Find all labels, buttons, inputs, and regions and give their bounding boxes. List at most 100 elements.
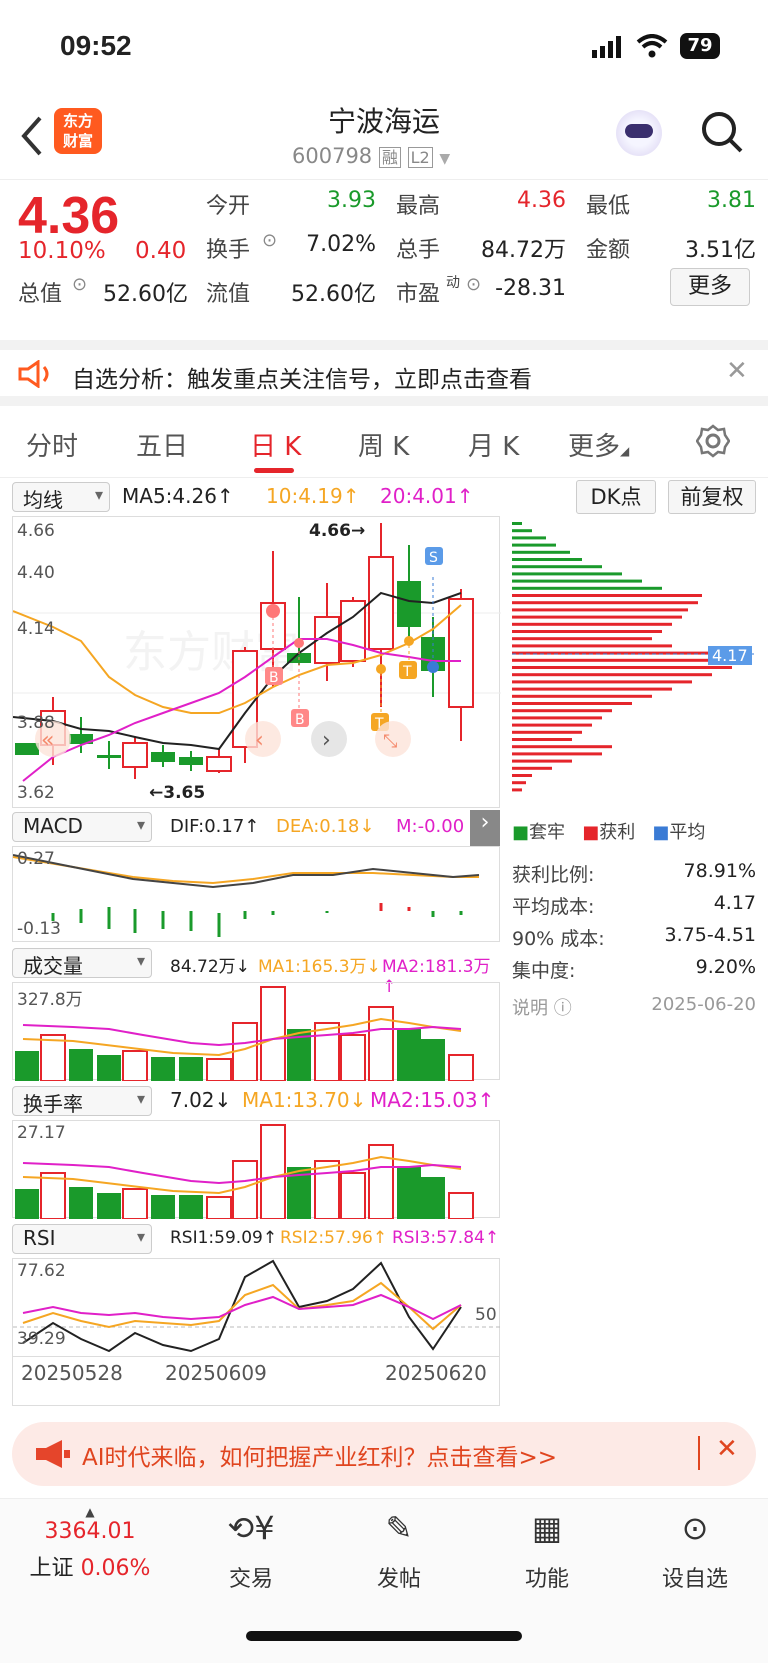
float-label: 流值 [206,282,251,307]
cost90-value: 3.75-4.51 [664,924,756,946]
svg-text:B: B [295,712,305,728]
turnover-selector[interactable]: 换手率 [12,1086,152,1116]
y-label: 27.17 [17,1123,66,1143]
note-link[interactable]: 说明 ⓘ [512,994,572,1020]
low-value: 3.81 [707,188,756,213]
volume-bar: 成交量 84.72万↓ MA1:165.3万↓ MA2:181.3万↑ [0,946,500,997]
more-button[interactable]: 更多 [670,268,750,306]
close-icon[interactable]: ✕ [716,1434,738,1464]
turn-ma1: MA1:13.70↓ [242,1088,367,1112]
chip-bar [512,543,556,547]
high-value: 4.36 [517,188,566,213]
robot-assistant-icon[interactable] [616,110,662,156]
y-label: -0.13 [17,919,61,939]
megaphone-icon [36,1440,70,1468]
chip-bar [512,594,702,597]
chip-bar [512,709,612,713]
dk-point-button[interactable]: DK点 [576,480,656,514]
tab-intraday[interactable]: 分时 [26,426,78,463]
ma20-value: 20:4.01↑ [380,484,474,508]
y-label: 4.40 [17,563,55,583]
mktcap-label: 总值 [18,282,63,307]
ma-selector[interactable]: 均线 [12,482,110,512]
kline-chart[interactable]: 东方财富 B B T T S « ‹ › ⤡ 4.66 4.40 4.14 3.… [12,516,501,808]
chip-bar [512,774,532,777]
turnover-bar: 换手率 7.02↓ MA1:13.70↓ MA2:15.03↑ [0,1084,500,1120]
change-pct: 10.10% [18,238,106,264]
adjust-button[interactable]: 前复权 [668,480,756,514]
expand-arrow-icon[interactable]: › [470,810,500,846]
up-triangle-icon: ▲ [85,1505,95,1519]
logo-text-2: 财富 [62,132,93,150]
tab-more[interactable]: 更多◢ [568,426,629,463]
chip-bar [512,766,552,770]
chip-legend: ■套牢 ■获利 ■平均 [512,822,706,843]
analysis-banner[interactable]: 自选分析：触发重点关注信号，立即点击查看 ✕ [0,340,768,406]
settings-icon[interactable] [696,424,730,458]
chip-bar [512,666,732,669]
rsi-bar: RSI RSI1:59.09↑ RSI2:57.96↑ RSI3:57.84↑ [0,1222,500,1258]
volume-label: 总手 [396,238,441,263]
tab-daily-k[interactable]: 日 K [250,426,301,463]
back-icon[interactable] [20,116,44,156]
pe-value: -28.31 [495,276,566,301]
margin-badge: 融 [378,147,401,168]
pe-label: 市盈 [396,282,441,307]
turnover-value: 7.02% [306,232,376,257]
svg-text:T: T [402,664,412,680]
right-arrow-icon[interactable]: › [322,728,331,753]
ai-banner[interactable]: AI时代来临，如何把握产业红利？点击查看>> ✕ [12,1422,756,1486]
info-icon[interactable]: ⊙ [72,274,87,295]
volume-bars [15,986,474,1082]
nav-watchlist[interactable]: ⊙ 设自选 [640,1509,750,1593]
chip-bar [512,615,682,619]
tab-five-day[interactable]: 五日 [136,426,188,463]
left-arrow-icon[interactable]: ‹ [255,728,264,753]
chip-bar [512,579,642,583]
chip-bar [512,522,522,525]
chip-bar [512,673,712,677]
nav-post[interactable]: ✎ 发帖 [344,1509,454,1593]
concentration-value: 9.20% [695,956,756,978]
chip-bar [512,716,602,720]
chip-bar [512,694,652,698]
expand-icon[interactable]: ⤡ [383,731,397,752]
y-label: 4.14 [17,619,55,639]
macd-svg [12,854,480,937]
profit-ratio-value: 78.91% [683,860,756,882]
chip-bar [512,622,672,626]
chip-bar [512,565,602,569]
note-text: 说明 [512,998,548,1019]
open-label: 今开 [206,194,251,219]
macd-selector[interactable]: MACD [12,812,152,842]
edit-icon: ✎ [385,1509,413,1547]
nav-trade[interactable]: ⟲¥ 交易 [196,1509,306,1593]
rsi2-value: RSI2:57.96↑ [280,1228,388,1248]
float-value: 52.60亿 [291,282,376,307]
wifi-icon [636,34,668,58]
stock-code-row[interactable]: 600798 融 L2 ▼ [292,144,450,168]
concentration-label: 集中度: [512,960,576,982]
rsi-selector[interactable]: RSI [12,1224,152,1254]
chip-bar [512,687,672,691]
volume-selector[interactable]: 成交量 [12,948,152,978]
tab-weekly-k[interactable]: 周 K [358,426,409,463]
search-icon[interactable] [700,110,744,154]
avg-cost-value: 4.17 [713,892,756,914]
nav-function[interactable]: ▦ 功能 [492,1509,602,1593]
chevron-down-icon: ▼ [439,151,451,167]
bottom-nav: ▲ 3364.01 上证 0.06% ⟲¥ 交易 ✎ 发帖 ▦ 功能 ⊙ 设自选 [0,1498,768,1663]
pe-sup: 动 [446,275,460,291]
close-icon[interactable]: ✕ [726,356,748,386]
banner-text: 自选分析：触发重点关注信号，立即点击查看 [72,367,532,393]
chip-bar [512,738,572,741]
chip-bar [512,536,546,540]
info-icon[interactable]: ⊙ [262,230,277,251]
index-ticker[interactable]: ▲ 3364.01 上证 0.06% [20,1505,160,1582]
rsi-chart: 77.62 39.29 50 [12,1258,501,1356]
nav-bar: 东方 财富 宁波海运 600798 融 L2 ▼ [0,96,768,180]
tab-monthly-k[interactable]: 月 K [468,426,519,463]
info-icon[interactable]: ⊙ [466,274,481,295]
quote-panel: 4.36 10.10% 0.40 今开 3.93 最高 4.36 最低 3.81… [0,180,768,328]
stock-code: 600798 [292,144,373,168]
